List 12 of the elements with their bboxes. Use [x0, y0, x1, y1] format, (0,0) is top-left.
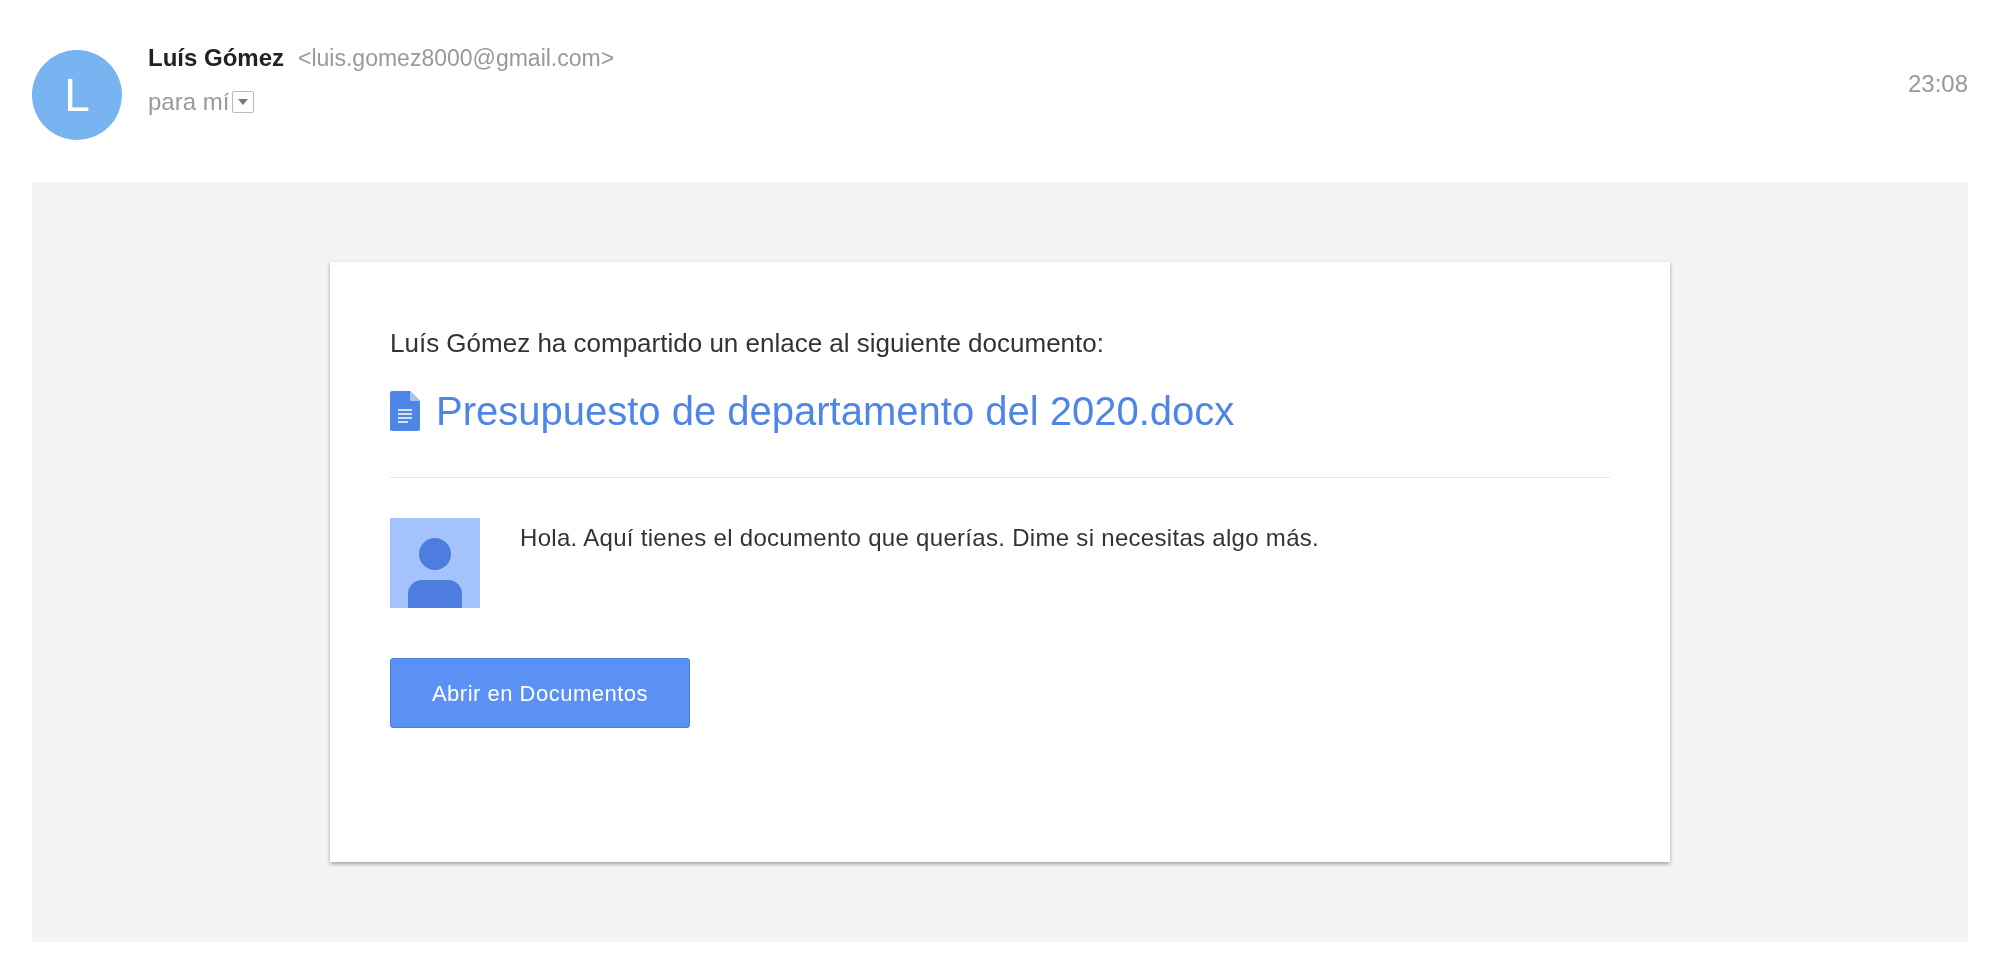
user-silhouette-icon — [390, 518, 480, 608]
sender-email: <luis.gomez8000@gmail.com> — [298, 44, 615, 73]
recipient-label: para mí — [148, 87, 230, 117]
sender-name: Luís Gómez — [148, 43, 285, 73]
timestamp: 23:08 — [1907, 69, 1968, 99]
document-link[interactable]: Presupuesto de departamento del 2020.docx — [436, 381, 1235, 441]
open-in-docs-button[interactable]: Abrir en Documentos — [390, 658, 690, 728]
share-intro: Luís Gómez ha compartido un enlace al siguiente documento: — [390, 327, 1105, 360]
caret-icon — [238, 99, 249, 105]
details-dropdown[interactable] — [232, 91, 255, 113]
message-text: Hola. Aquí tienes el documento que querías. Dime si necesitas algo más. — [520, 523, 1320, 553]
document-icon — [390, 391, 420, 431]
